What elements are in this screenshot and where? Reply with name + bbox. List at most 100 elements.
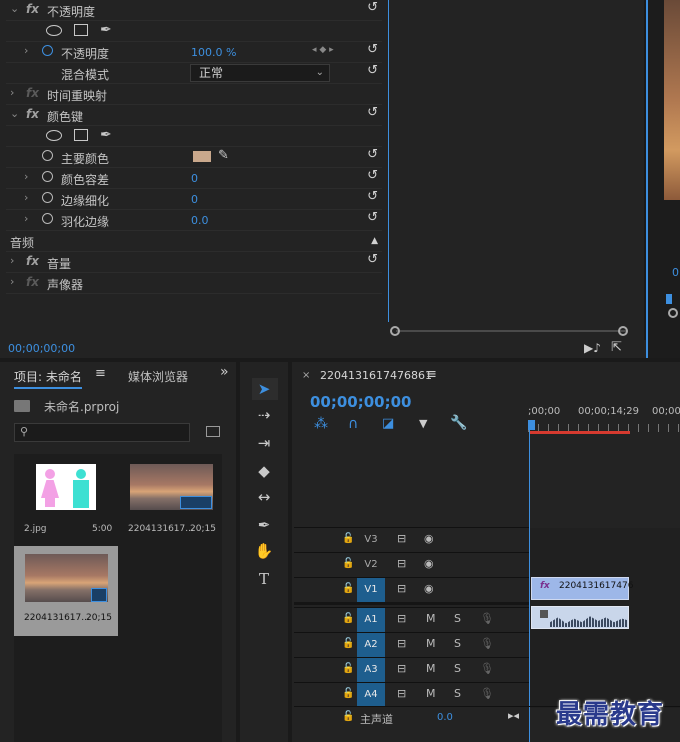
track-header-v2[interactable]: 🔓 V2 ⊟ ◉	[294, 552, 530, 576]
sync-lock-icon[interactable]: ⊟	[397, 612, 406, 625]
stopwatch-icon[interactable]	[42, 171, 53, 182]
add-marker-icon[interactable]: ▼	[419, 417, 427, 430]
mic-icon[interactable]: 🎙	[480, 637, 494, 650]
eye-icon[interactable]: ◉	[424, 582, 434, 595]
stopwatch-icon[interactable]	[42, 45, 53, 56]
lock-icon[interactable]: 🔓	[342, 638, 354, 649]
fx-toggle-icon[interactable]: fx	[26, 86, 39, 100]
lock-icon[interactable]: 🔓	[342, 663, 354, 674]
fx-toggle-icon[interactable]: fx	[26, 254, 39, 268]
reset-icon[interactable]: ↺	[367, 189, 378, 204]
project-item-1[interactable]: 2.jpg 5:00	[16, 456, 116, 542]
lock-icon[interactable]: 🔓	[342, 583, 354, 594]
ellipse-mask-icon[interactable]	[46, 130, 62, 141]
sync-lock-icon[interactable]: ⊟	[397, 662, 406, 675]
reset-icon[interactable]: ↺	[367, 252, 378, 267]
mute-button[interactable]: M	[426, 637, 436, 650]
reset-icon[interactable]: ↺	[367, 210, 378, 225]
settings-wrench-icon[interactable]: 🔧	[450, 415, 467, 431]
property-value[interactable]: 0	[191, 193, 198, 206]
slip-tool-icon[interactable]: ↔	[252, 488, 276, 510]
sequence-tab[interactable]: 2204131617476861	[320, 369, 432, 382]
eye-icon[interactable]: ◉	[424, 532, 434, 545]
solo-button[interactable]: S	[454, 687, 461, 700]
keyframe-nav-icon[interactable]: ◂ ◆ ▸	[312, 45, 334, 55]
ec-row-key_color[interactable]: 主要颜色 ✎ ↺	[6, 147, 382, 168]
lock-icon[interactable]: 🔓	[342, 613, 354, 624]
playhead-handle[interactable]	[528, 420, 535, 430]
track-select-tool-icon[interactable]: ⇢	[252, 406, 276, 428]
eyedropper-icon[interactable]: ✎	[218, 148, 229, 163]
work-area-bar[interactable]	[530, 431, 630, 434]
tab-media-browser[interactable]: 媒体浏览器	[128, 368, 188, 385]
sync-lock-icon[interactable]: ⊟	[397, 687, 406, 700]
sync-lock-icon[interactable]: ⊟	[397, 532, 406, 545]
nest-icon[interactable]: ⁂	[314, 416, 328, 432]
track-target[interactable]: A4	[357, 683, 385, 707]
timeline-timecode[interactable]: 00;00;00;00	[310, 393, 412, 411]
ec-row-opacity_value[interactable]: › 不透明度 100.0 % ◂ ◆ ▸ ↺	[6, 42, 382, 63]
track-header-a4[interactable]: 🔓 A4 ⊟ M S 🎙	[294, 682, 530, 707]
selection-tool-icon[interactable]: ➤	[252, 380, 276, 402]
solo-button[interactable]: S	[454, 637, 461, 650]
sync-lock-icon[interactable]: ⊟	[397, 582, 406, 595]
reset-icon[interactable]: ↺	[367, 42, 378, 57]
disclosure-chevron-icon[interactable]: ›	[24, 191, 28, 204]
sync-lock-icon[interactable]: ⊟	[397, 637, 406, 650]
razor-tool-icon[interactable]: ◆	[252, 462, 276, 484]
reset-icon[interactable]: ↺	[367, 147, 378, 162]
ec-row-blend_mode[interactable]: 混合模式 正常 ⌄ ↺	[6, 63, 382, 84]
linked-selection-icon[interactable]: ◪	[382, 416, 394, 431]
ec-row-color_key_masks[interactable]: ✒	[6, 126, 382, 147]
mute-button[interactable]: M	[426, 612, 436, 625]
project-item-2[interactable]: 2204131617... 20;15	[120, 456, 220, 542]
reset-icon[interactable]: ↺	[367, 63, 378, 78]
snap-icon[interactable]: ∩	[348, 416, 358, 432]
ellipse-mask-icon[interactable]	[46, 25, 62, 36]
mic-icon[interactable]: 🎙	[480, 687, 494, 700]
project-item-3[interactable]: 2204131617... 20;15	[14, 546, 118, 636]
disclosure-chevron-icon[interactable]: ⌄	[10, 107, 19, 120]
blend-mode-select[interactable]: 正常 ⌄	[190, 64, 330, 82]
go-to-end-icon[interactable]: ▸◂	[508, 709, 519, 722]
disclosure-chevron-icon[interactable]: ›	[24, 212, 28, 225]
ec-row-color_key_header[interactable]: ⌄ fx 颜色键 ↺	[6, 105, 382, 126]
collapse-icon[interactable]: ▲	[371, 236, 378, 246]
rectangle-mask-icon[interactable]	[74, 129, 88, 141]
mute-button[interactable]: M	[426, 687, 436, 700]
solo-button[interactable]: S	[454, 662, 461, 675]
time-ruler[interactable]: ;00;00 00;00;14;29 00;00	[528, 400, 680, 436]
ec-row-opacity_header[interactable]: ⌄ fx 不透明度 ↺	[6, 0, 382, 21]
property-value[interactable]: 0	[191, 172, 198, 185]
lock-icon[interactable]: 🔓	[342, 711, 354, 722]
export-icon[interactable]: ⇱	[611, 340, 622, 355]
project-menu-icon[interactable]: ≡	[95, 366, 106, 381]
mic-icon[interactable]: 🎙	[480, 612, 494, 625]
track-header-v3[interactable]: 🔓 V3 ⊟ ◉	[294, 527, 530, 551]
ec-scrollbar[interactable]	[388, 322, 644, 340]
audio-clip-a1[interactable]	[531, 606, 629, 629]
eye-icon[interactable]: ◉	[424, 557, 434, 570]
stopwatch-icon[interactable]	[42, 192, 53, 203]
reset-icon[interactable]: ↺	[367, 168, 378, 183]
disclosure-chevron-icon[interactable]: ⌄	[10, 2, 19, 15]
lock-icon[interactable]: 🔓	[342, 688, 354, 699]
pen-mask-icon[interactable]: ✒	[100, 127, 112, 143]
track-target[interactable]: V2	[357, 553, 385, 577]
master-volume[interactable]: 0.0	[437, 712, 453, 723]
property-value[interactable]: 0.0	[191, 214, 209, 227]
key-color-swatch[interactable]	[193, 151, 211, 162]
reset-icon[interactable]: ↺	[367, 105, 378, 120]
video-clip-v1[interactable]: fx 2204131617476	[531, 577, 633, 600]
track-header-a1[interactable]: 🔓 A1 ⊟ M S 🎙	[294, 607, 530, 632]
project-search-input[interactable]: ⚲	[14, 423, 190, 442]
lock-icon[interactable]: 🔓	[342, 558, 354, 569]
track-target[interactable]: A1	[357, 608, 385, 632]
disclosure-chevron-icon[interactable]: ›	[10, 86, 14, 99]
fx-toggle-icon[interactable]: fx	[26, 275, 39, 289]
new-bin-icon[interactable]	[206, 426, 220, 437]
pen-mask-icon[interactable]: ✒	[100, 22, 112, 38]
fx-toggle-icon[interactable]: fx	[26, 2, 39, 16]
reset-icon[interactable]: ↺	[367, 0, 378, 15]
sync-lock-icon[interactable]: ⊟	[397, 557, 406, 570]
